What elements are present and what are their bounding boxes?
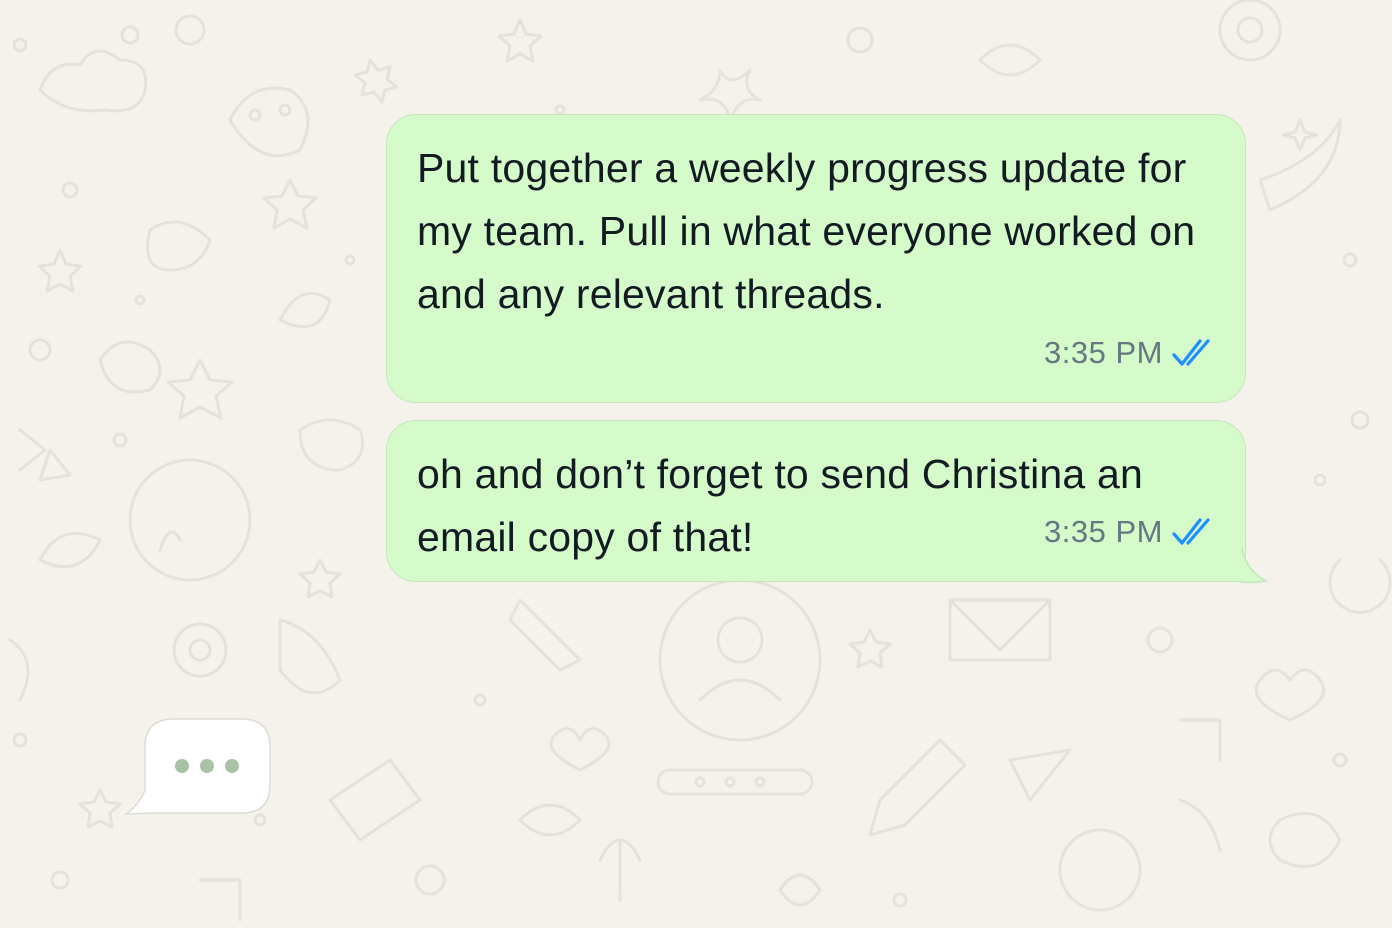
outgoing-message-bubble[interactable]: Put together a weekly progress update fo… bbox=[386, 114, 1246, 403]
typing-dots-icon bbox=[175, 759, 239, 773]
double-check-read-icon bbox=[1172, 338, 1210, 366]
message-text: Put together a weekly progress update fo… bbox=[417, 145, 1196, 317]
outgoing-message-bubble[interactable]: oh and don’t forget to send Christina an… bbox=[386, 420, 1246, 582]
message-timestamp: 3:35 PM bbox=[1044, 335, 1163, 370]
message-timestamp: 3:35 PM bbox=[1044, 514, 1163, 549]
typing-indicator bbox=[124, 718, 271, 815]
double-check-read-icon bbox=[1172, 517, 1210, 545]
message-meta: 3:35 PM bbox=[1044, 321, 1215, 384]
bubble-tail bbox=[1240, 540, 1269, 584]
message-meta: 3:35 PM bbox=[1044, 500, 1215, 563]
